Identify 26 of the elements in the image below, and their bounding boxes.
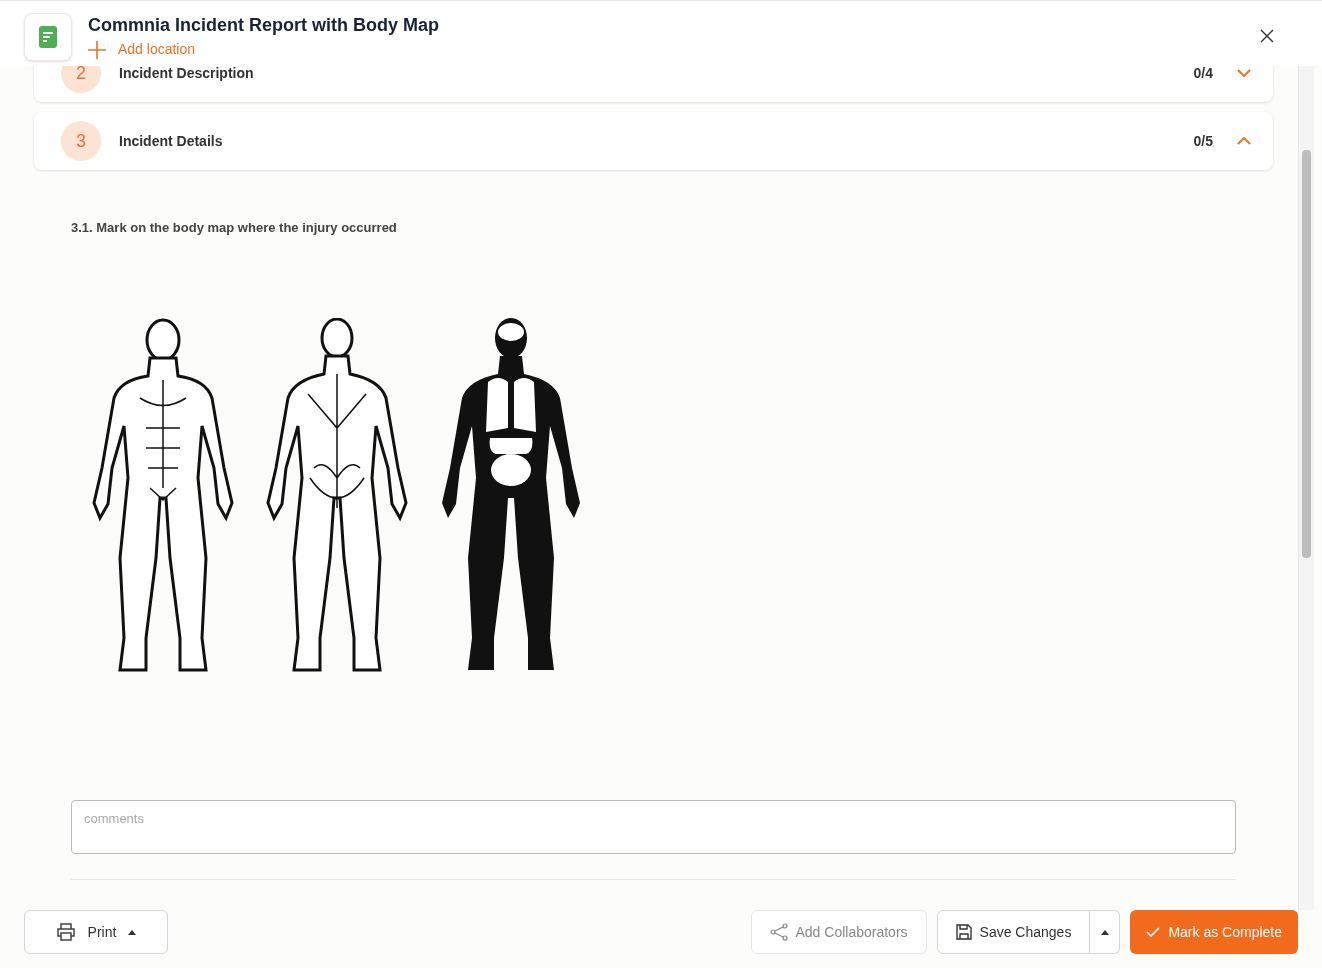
share-icon <box>769 923 788 941</box>
save-changes-button[interactable]: Save Changes <box>936 910 1091 954</box>
progress-count: 0/4 <box>1193 66 1213 83</box>
step-number: 3 <box>61 121 101 161</box>
close-button[interactable] <box>1260 29 1274 43</box>
chevron-icon[interactable] <box>1237 69 1251 77</box>
progress-count: 0/5 <box>1193 131 1213 151</box>
check-icon <box>1146 927 1161 937</box>
comments-field[interactable]: comments <box>71 800 1236 854</box>
plus-icon <box>88 40 106 59</box>
scrollbar-thumb[interactable] <box>1302 150 1311 558</box>
caret-icon <box>128 929 137 935</box>
print-button[interactable]: Print <box>24 910 168 954</box>
section-title: Incident Details <box>119 131 223 151</box>
scrollbar[interactable] <box>1298 66 1314 910</box>
form-title: Commnia Incident Report with Body Map <box>88 14 439 37</box>
question-label: 3.1. Mark on the body map where the injury occurred <box>71 219 398 237</box>
close-icon <box>1260 29 1274 43</box>
step-number: 2 <box>61 66 101 93</box>
printer-icon <box>55 923 76 941</box>
caret-icon <box>1100 929 1109 935</box>
section-card[interactable]: 2 Incident Description 0/4 <box>34 66 1273 102</box>
section-card[interactable]: 3 Incident Details 0/5 <box>34 112 1273 170</box>
chevron-icon[interactable] <box>1237 137 1251 145</box>
section-title: Incident Description <box>119 66 254 83</box>
form-icon <box>24 13 72 61</box>
